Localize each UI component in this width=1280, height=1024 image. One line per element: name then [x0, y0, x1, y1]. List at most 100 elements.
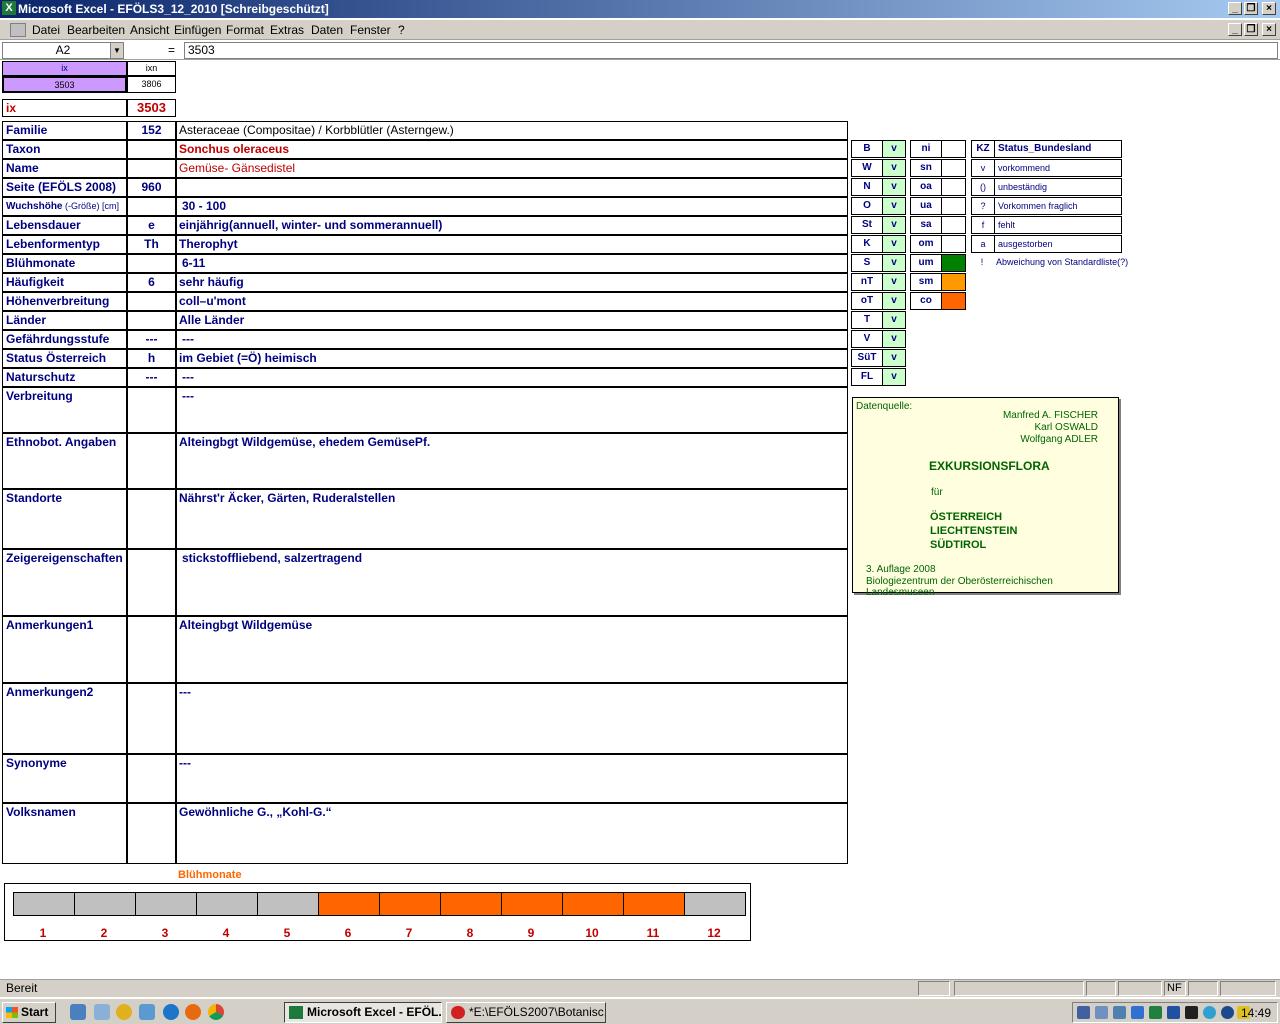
- system-tray: 14:49: [1072, 1002, 1278, 1023]
- row-value: stickstoffliebend, salzertragend: [176, 549, 848, 616]
- tray-icon[interactable]: [1221, 1006, 1234, 1019]
- quicklaunch-explorer-icon[interactable]: [94, 1004, 110, 1020]
- tray-icon[interactable]: [1185, 1006, 1198, 1019]
- row-code: 960: [127, 178, 176, 197]
- row-value: sehr häufig: [176, 273, 848, 292]
- region-cell: Wv: [851, 159, 906, 177]
- row-value: Sonchus oleraceus: [176, 140, 848, 159]
- month-label: 8: [466, 926, 474, 940]
- region-code: St: [862, 219, 872, 230]
- region-code: SüT: [857, 352, 877, 363]
- task-label: *E:\EFÖLS2007\Botanisc...: [469, 1005, 606, 1019]
- altitude-cell: ua: [910, 197, 966, 215]
- month-bar: [379, 892, 441, 916]
- row-value: Alteingbgt Wildgemüse: [176, 616, 848, 683]
- menu-help[interactable]: ?: [398, 23, 405, 37]
- row-value: 6-11: [176, 254, 848, 273]
- quicklaunch-desktop-icon[interactable]: [70, 1004, 86, 1020]
- status-key-code: KZ: [976, 143, 990, 154]
- start-button[interactable]: Start: [2, 1002, 56, 1023]
- region-status: v: [882, 312, 905, 328]
- region-code: S: [863, 257, 871, 268]
- row-label: Gefährdungsstufe: [2, 330, 127, 349]
- search-icon[interactable]: [1095, 1006, 1108, 1019]
- row-label: Standorte: [2, 489, 127, 549]
- altitude-cell: om: [910, 235, 966, 253]
- region-status: v: [882, 179, 905, 195]
- menu-datei[interactable]: Datei: [32, 23, 60, 37]
- row-code: [127, 311, 176, 330]
- task-botanisc[interactable]: *E:\EFÖLS2007\Botanisc...: [446, 1002, 606, 1023]
- status-key-row: a ausgestorben: [971, 235, 1122, 253]
- row-label: Name: [2, 159, 127, 178]
- quicklaunch-chrome-icon[interactable]: [208, 1004, 224, 1020]
- row-value: Alteingbgt Wildgemüse, ehedem GemüsePf.: [176, 433, 848, 489]
- row-label: Familie: [2, 121, 127, 140]
- region-cell: Bv: [851, 140, 906, 158]
- ixn-value-cell[interactable]: 3806: [127, 76, 176, 93]
- month-label: 1: [39, 926, 47, 940]
- author: Karl OSWALD: [1034, 422, 1098, 433]
- menu-daten[interactable]: Daten: [311, 23, 343, 37]
- quicklaunch-network-icon[interactable]: [139, 1004, 155, 1020]
- task-excel[interactable]: Microsoft Excel - EFÖL...: [284, 1002, 442, 1023]
- altitude-swatch: [941, 293, 965, 309]
- quicklaunch-firefox-icon[interactable]: [185, 1004, 201, 1020]
- region-cell: Sv: [851, 254, 906, 272]
- chevron-down-icon[interactable]: ▼: [110, 43, 123, 58]
- excel-icon: [289, 1006, 303, 1019]
- altitude-code: um: [918, 257, 934, 268]
- row-label: Anmerkungen2: [2, 683, 127, 754]
- quicklaunch-ie-icon[interactable]: [163, 1004, 179, 1020]
- menu-extras[interactable]: Extras: [270, 23, 304, 37]
- document-icon[interactable]: [10, 23, 26, 37]
- network-icon[interactable]: [1131, 1006, 1144, 1019]
- month-bar: [623, 892, 685, 916]
- altitude-code: om: [918, 238, 934, 249]
- ix-value-cell[interactable]: 3503: [2, 76, 127, 93]
- doc-restore-button[interactable]: ❐: [1244, 23, 1258, 36]
- tray-icon[interactable]: [1203, 1006, 1216, 1019]
- menu-format[interactable]: Format: [226, 23, 264, 37]
- status-key-code: (): [980, 182, 986, 192]
- tray-icon[interactable]: [1149, 1006, 1162, 1019]
- row-code: [127, 803, 176, 864]
- country: SÜDTIROL: [930, 539, 987, 551]
- row-code: [127, 616, 176, 683]
- taskbar: Start Microsoft Excel - EFÖL... *E:\EFÖL…: [0, 998, 1280, 1024]
- close-button[interactable]: ×: [1262, 2, 1276, 15]
- maximize-button[interactable]: ❐: [1244, 2, 1258, 15]
- status-panel: [954, 981, 1084, 996]
- formula-input[interactable]: 3503: [184, 42, 1278, 59]
- name-box[interactable]: A2 ▼: [2, 42, 124, 59]
- altitude-swatch: [941, 179, 965, 195]
- doc-close-button[interactable]: ×: [1262, 23, 1276, 36]
- doc-minimize-button[interactable]: _: [1228, 23, 1242, 36]
- menu-fenster[interactable]: Fenster: [350, 23, 391, 37]
- chart-title: Blühmonate: [178, 869, 242, 881]
- row-label: Blühmonate: [2, 254, 127, 273]
- menu-einfuegen[interactable]: Einfügen: [174, 23, 221, 37]
- menu-bearbeiten[interactable]: Bearbeiten: [67, 23, 125, 37]
- altitude-cell: sm: [910, 273, 966, 291]
- row-code: 6: [127, 273, 176, 292]
- tray-icon[interactable]: [1113, 1006, 1126, 1019]
- status-key-row: KZ Status_Bundesland: [971, 140, 1122, 158]
- source-label: Datenquelle:: [856, 401, 913, 412]
- row-code: Th: [127, 235, 176, 254]
- book-title: EXKURSIONSFLORA: [929, 459, 1050, 473]
- status-key-code: ?: [980, 201, 986, 211]
- quicklaunch-media-icon[interactable]: [116, 1004, 132, 1020]
- month-bar: [684, 892, 746, 916]
- month-label: 9: [527, 926, 535, 940]
- row-value: 30 - 100: [176, 197, 848, 216]
- flowering-months-chart: 1 2 3 4 5 6 7 8 9 10 11 12: [4, 883, 751, 941]
- month-bar: [135, 892, 197, 916]
- altitude-swatch: [941, 141, 965, 157]
- minimize-button[interactable]: _: [1228, 2, 1242, 15]
- menu-ansicht[interactable]: Ansicht: [130, 23, 169, 37]
- tray-icon[interactable]: [1077, 1006, 1090, 1019]
- region-status: v: [882, 160, 905, 176]
- altitude-swatch: [941, 160, 965, 176]
- shield-icon[interactable]: [1167, 1006, 1180, 1019]
